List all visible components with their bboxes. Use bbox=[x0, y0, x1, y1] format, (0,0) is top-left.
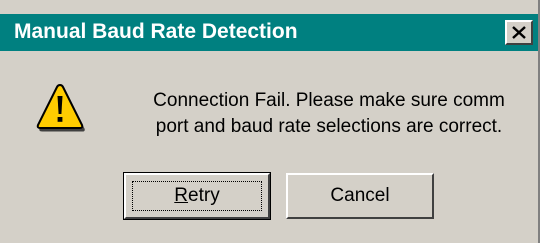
message-line-2: port and baud rate selections are correc… bbox=[155, 116, 503, 137]
message-dialog: Manual Baud Rate Detection Connection Fa… bbox=[0, 0, 540, 243]
dialog-message: Connection Fail. Please make sure comm p… bbox=[118, 88, 540, 140]
cancel-button-label: Cancel bbox=[330, 185, 390, 206]
dialog-title: Manual Baud Rate Detection bbox=[14, 20, 298, 43]
cancel-button[interactable]: Cancel bbox=[286, 173, 434, 219]
warning-icon bbox=[36, 83, 85, 132]
page: Manual Baud Rate Detection Connection Fa… bbox=[0, 0, 542, 243]
close-button[interactable] bbox=[505, 20, 533, 45]
title-bar[interactable]: Manual Baud Rate Detection bbox=[0, 14, 538, 51]
retry-button[interactable]: Retry bbox=[123, 172, 271, 220]
focus-rectangle bbox=[132, 181, 262, 211]
close-icon bbox=[512, 26, 526, 39]
message-line-1: Connection Fail. Please make sure comm bbox=[153, 90, 505, 111]
